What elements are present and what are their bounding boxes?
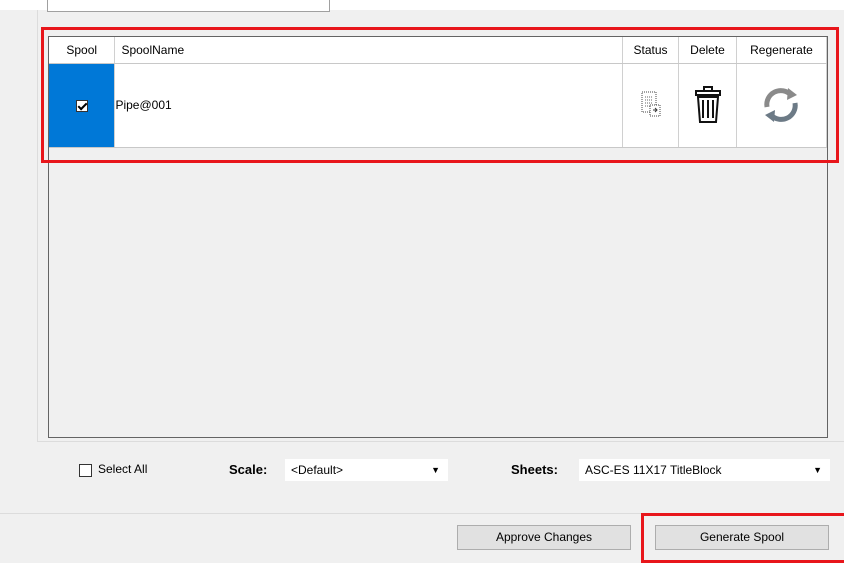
chevron-down-icon[interactable]: ▼ [431, 459, 440, 481]
sheets-dropdown-value: ASC-ES 11X17 TitleBlock [585, 463, 722, 477]
highlight-box-generate [641, 513, 844, 563]
chevron-down-icon[interactable]: ▼ [813, 459, 822, 481]
highlight-box-grid-row [41, 27, 839, 163]
scale-dropdown[interactable]: <Default> ▼ [284, 458, 449, 482]
select-all-label[interactable]: Select All [98, 462, 147, 476]
sheets-dropdown[interactable]: ASC-ES 11X17 TitleBlock ▼ [578, 458, 831, 482]
sheets-label: Sheets: [511, 462, 558, 477]
options-row: Select All Scale: <Default> ▼ Sheets: AS… [0, 450, 844, 490]
scale-label: Scale: [229, 462, 268, 477]
scale-dropdown-value: <Default> [291, 463, 344, 477]
approve-changes-button[interactable]: Approve Changes [457, 525, 631, 550]
select-all-checkbox[interactable] [79, 464, 92, 477]
